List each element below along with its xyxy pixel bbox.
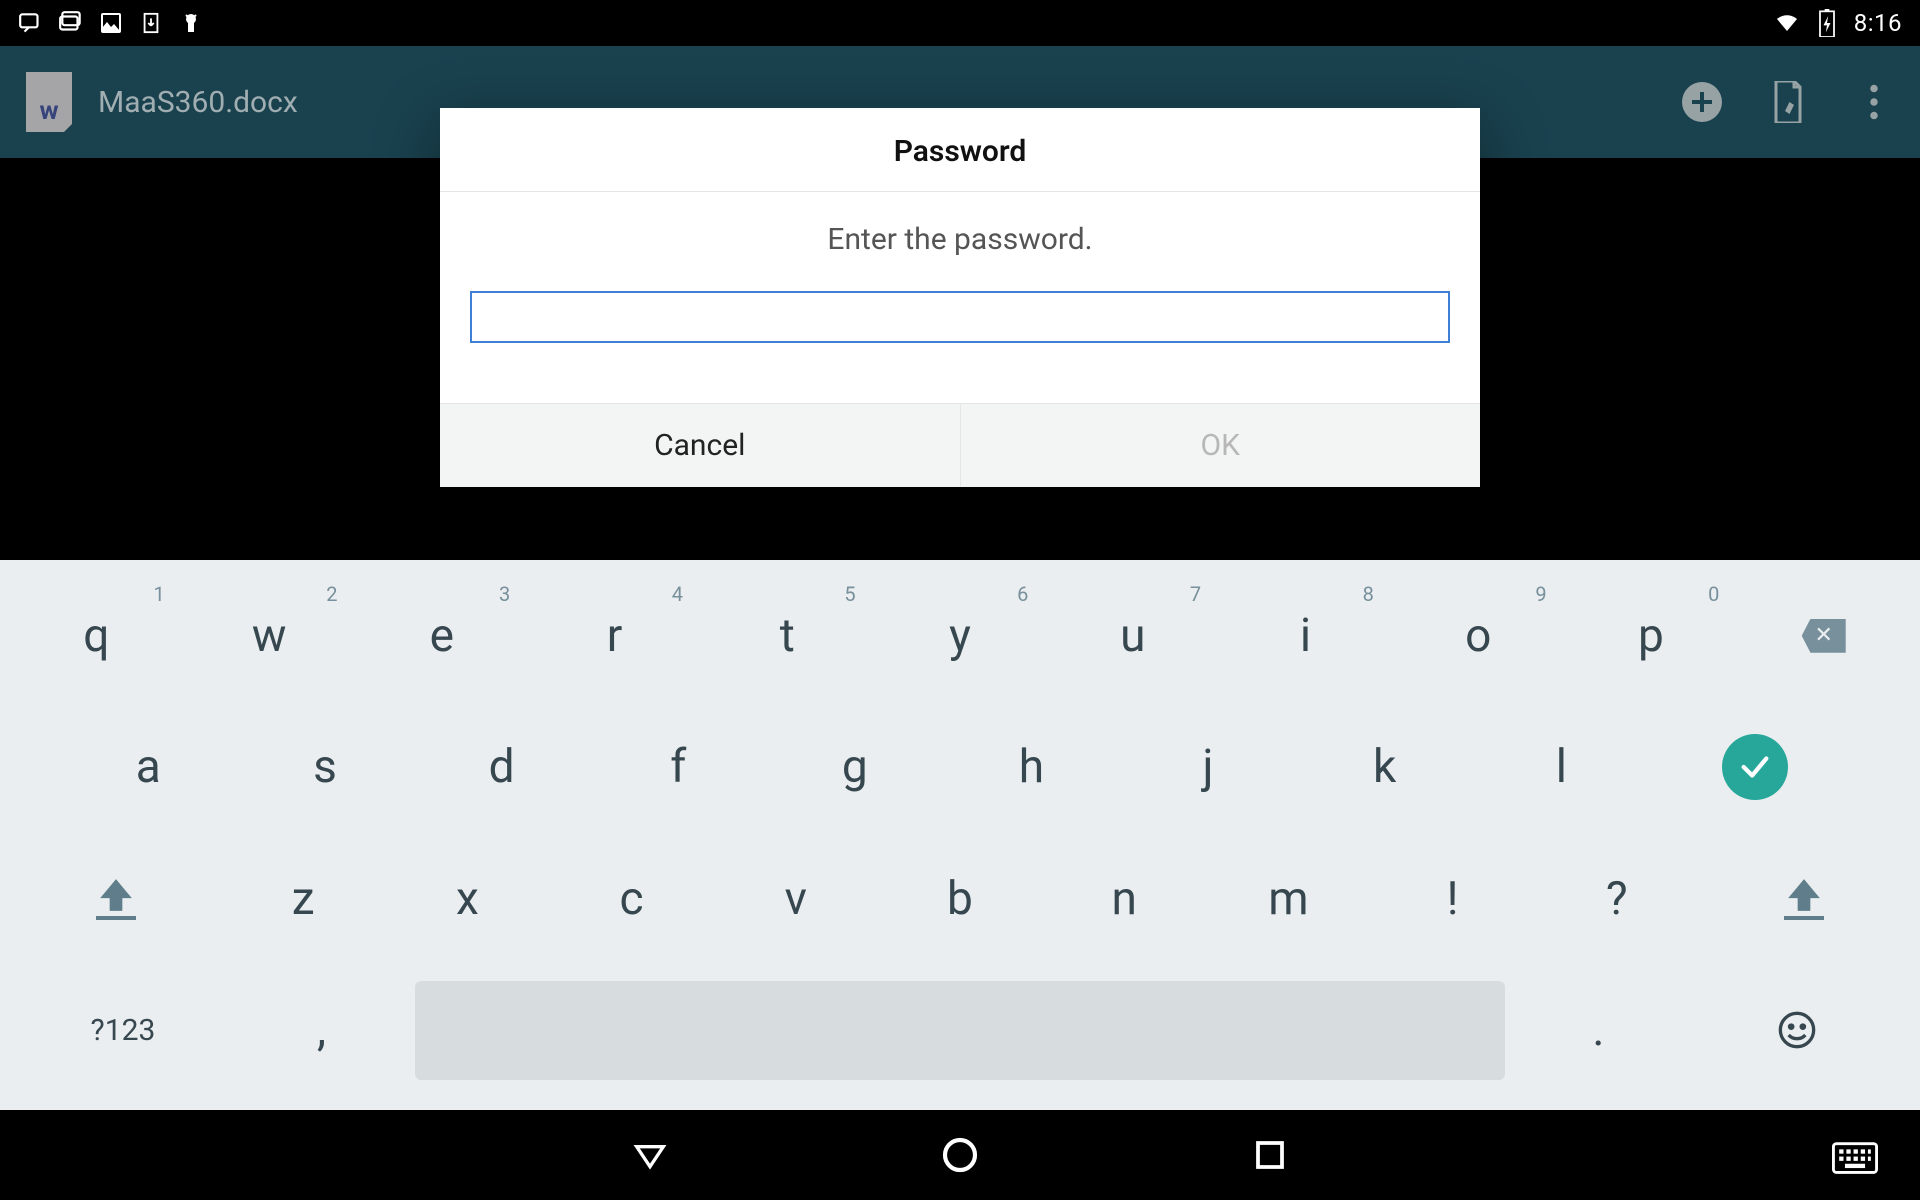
key-superscript: 9 [1535, 582, 1546, 606]
enter-check-icon [1722, 734, 1788, 800]
key-g[interactable]: g [771, 708, 940, 828]
key-superscript: 3 [499, 582, 510, 606]
hide-keyboard-button[interactable] [1830, 1138, 1880, 1178]
comma-key[interactable]: , [240, 971, 403, 1091]
enter-key[interactable] [1654, 708, 1856, 828]
key-superscript: 8 [1363, 582, 1374, 606]
key-superscript: 5 [844, 582, 855, 606]
document-title: MaaS360.docx [98, 85, 298, 120]
download-icon [138, 10, 164, 36]
key-n[interactable]: n [1046, 839, 1202, 959]
navigation-bar [0, 1110, 1920, 1200]
status-time: 8:16 [1854, 9, 1902, 37]
key-question[interactable]: ? [1539, 839, 1695, 959]
key-k[interactable]: k [1300, 708, 1469, 828]
key-x[interactable]: x [389, 839, 545, 959]
key-d[interactable]: d [417, 708, 586, 828]
key-h[interactable]: h [947, 708, 1116, 828]
key-superscript: 0 [1708, 582, 1719, 606]
shift-up-icon [97, 878, 135, 912]
image-icon [98, 10, 124, 36]
key-l[interactable]: l [1477, 708, 1646, 828]
android-debug-icon [178, 10, 204, 36]
key-e[interactable]: e3 [359, 576, 524, 696]
shift-key-right[interactable] [1703, 839, 1906, 959]
key-q[interactable]: q1 [14, 576, 179, 696]
emoji-icon [1777, 1010, 1817, 1050]
key-y[interactable]: y6 [878, 576, 1043, 696]
nav-recents-button[interactable] [1245, 1130, 1295, 1180]
backspace-key[interactable]: ✕ [1741, 576, 1906, 696]
key-superscript: 4 [672, 582, 683, 606]
key-b[interactable]: b [882, 839, 1038, 959]
status-left-icons [18, 10, 204, 36]
period-key[interactable]: . [1517, 971, 1680, 1091]
space-key[interactable] [415, 981, 1504, 1081]
symbols-key[interactable]: ?123 [14, 971, 232, 1091]
key-superscript: 2 [326, 582, 337, 606]
overflow-menu-button[interactable] [1854, 82, 1894, 122]
page-tool-button[interactable] [1768, 82, 1808, 122]
backspace-icon: ✕ [1802, 619, 1846, 653]
nav-back-button[interactable] [625, 1130, 675, 1180]
key-m[interactable]: m [1210, 839, 1366, 959]
status-right-icons: 8:16 [1774, 9, 1902, 37]
document-word-icon[interactable]: w [26, 72, 72, 132]
emoji-key[interactable] [1688, 971, 1906, 1091]
wifi-icon [1774, 10, 1800, 36]
shift-key-left[interactable] [14, 839, 217, 959]
key-a[interactable]: a [64, 708, 233, 828]
nav-home-button[interactable] [935, 1130, 985, 1180]
keyboard-row-3: zxcvbnm!? [10, 839, 1910, 959]
dialog-button-row: Cancel OK [440, 403, 1480, 487]
key-c[interactable]: c [553, 839, 709, 959]
dialog-message: Enter the password. [470, 222, 1450, 257]
key-o[interactable]: o9 [1396, 576, 1561, 696]
key-s[interactable]: s [241, 708, 410, 828]
status-bar: 8:16 [0, 0, 1920, 46]
key-t[interactable]: t5 [705, 576, 870, 696]
password-input[interactable] [470, 291, 1450, 343]
dialog-body: Enter the password. [440, 192, 1480, 403]
keyboard-row-1: q1w2e3r4t5y6u7i8o9p0 ✕ [10, 576, 1910, 696]
key-p[interactable]: p0 [1569, 576, 1734, 696]
keyboard-row-4: ?123 , . [10, 971, 1910, 1091]
key-i[interactable]: i8 [1223, 576, 1388, 696]
plus-circle-icon [1682, 82, 1722, 122]
key-r[interactable]: r4 [532, 576, 697, 696]
key-w[interactable]: w2 [187, 576, 352, 696]
key-v[interactable]: v [718, 839, 874, 959]
key-superscript: 6 [1017, 582, 1028, 606]
battery-charging-icon [1814, 10, 1840, 36]
key-superscript: 7 [1190, 582, 1201, 606]
password-dialog: Password Enter the password. Cancel OK [440, 108, 1480, 487]
keyboard-icon [1832, 1141, 1878, 1175]
notification-chat2-icon [58, 10, 84, 36]
notification-chat-icon [18, 10, 44, 36]
key-j[interactable]: j [1124, 708, 1293, 828]
shift-up-icon [1785, 878, 1823, 912]
document-icon-letter: w [39, 96, 58, 126]
key-superscript: 1 [153, 582, 164, 606]
cancel-button[interactable]: Cancel [440, 404, 960, 487]
key-u[interactable]: u7 [1050, 576, 1215, 696]
ok-button[interactable]: OK [961, 404, 1481, 487]
app-bar-actions [1682, 82, 1894, 122]
dialog-title: Password [440, 108, 1480, 192]
key-f[interactable]: f [594, 708, 763, 828]
soft-keyboard: q1w2e3r4t5y6u7i8o9p0 ✕ asdfghjkl zxcvbnm… [0, 560, 1920, 1110]
add-button[interactable] [1682, 82, 1722, 122]
key-z[interactable]: z [225, 839, 381, 959]
keyboard-row-2: asdfghjkl [10, 708, 1910, 828]
key-exclaim[interactable]: ! [1374, 839, 1530, 959]
